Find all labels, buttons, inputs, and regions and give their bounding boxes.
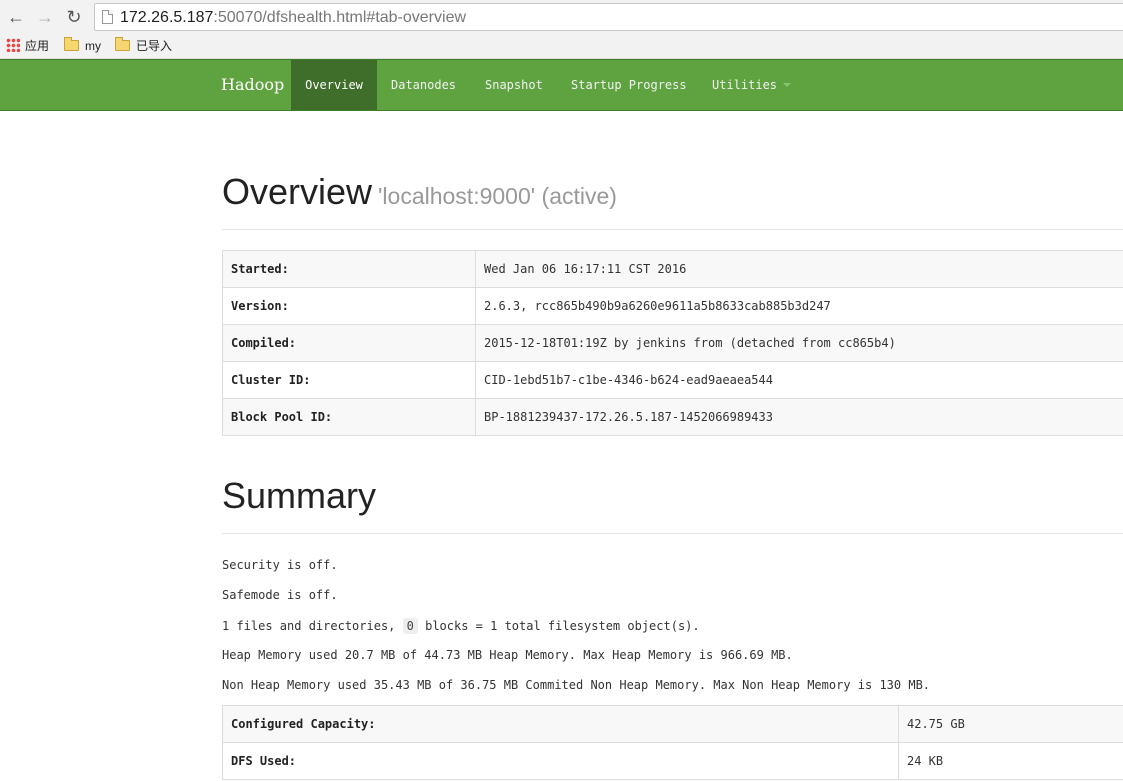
forward-arrow-icon[interactable]: → — [33, 5, 57, 29]
back-arrow-icon[interactable]: ← — [4, 5, 28, 29]
divider — [222, 229, 1123, 230]
table-row: Configured Capacity: 42.75 GB — [222, 705, 1123, 743]
row-value: 2.6.3, rcc865b490b9a6260e9611a5b8633cab8… — [475, 287, 1123, 325]
table-row: Block Pool ID: BP-1881239437-172.26.5.187… — [222, 398, 1123, 436]
row-label: Block Pool ID: — [222, 398, 476, 436]
row-value: BP-1881239437-172.26.5.187-1452066989433 — [475, 398, 1123, 436]
overview-table: Started: Wed Jan 06 16:17:11 CST 2016 Ver… — [222, 250, 1123, 436]
tab-startup-progress[interactable]: Startup Progress — [571, 60, 687, 110]
bookmark-apps[interactable]: 应用 — [6, 38, 49, 55]
tab-overview[interactable]: Overview — [291, 60, 377, 110]
page-icon — [102, 10, 113, 24]
bookmark-label: my — [85, 39, 101, 53]
table-row: Version: 2.6.3, rcc865b490b9a6260e9611a5b… — [222, 287, 1123, 325]
row-label: Compiled: — [222, 324, 476, 362]
filesystem-objects: 1 files and directories, 0 blocks = 1 to… — [222, 618, 700, 634]
tab-utilities[interactable]: Utilities — [712, 60, 792, 110]
security-status: Security is off. — [222, 558, 338, 572]
table-row: Compiled: 2015-12-18T01:19Z by jenkins fr… — [222, 324, 1123, 362]
row-value: Wed Jan 06 16:17:11 CST 2016 — [475, 250, 1123, 288]
folder-icon — [115, 37, 130, 51]
tab-snapshot[interactable]: Snapshot — [485, 60, 543, 110]
summary-heading: Summary — [222, 475, 377, 516]
table-row: DFS Used: 24 KB — [222, 742, 1123, 780]
files-suffix: blocks = 1 total filesystem object(s). — [425, 619, 700, 633]
bookmark-label: 已导入 — [136, 39, 173, 53]
files-prefix: 1 files and directories, — [222, 619, 396, 633]
row-label: Started: — [222, 250, 476, 288]
apps-grid-icon — [6, 38, 20, 52]
bookmark-imported[interactable]: 已导入 — [115, 37, 173, 55]
row-value: 2015-12-18T01:19Z by jenkins from (detac… — [475, 324, 1123, 362]
tab-datanodes[interactable]: Datanodes — [391, 60, 456, 110]
browser-toolbar: ← → ↻ 172.26.5.187:50070/dfshealth.html#… — [0, 0, 1123, 34]
url-text[interactable]: 172.26.5.187:50070/dfshealth.html#tab-ov… — [120, 8, 466, 28]
safemode-status: Safemode is off. — [222, 588, 338, 602]
url-path: :50070/dfshealth.html#tab-overview — [213, 9, 467, 26]
hadoop-navbar: Hadoop Overview Datanodes Snapshot Start… — [0, 59, 1123, 111]
folder-icon — [64, 37, 79, 51]
row-label: Version: — [222, 287, 476, 325]
heap-memory: Heap Memory used 20.7 MB of 44.73 MB Hea… — [222, 648, 793, 662]
row-value: 24 KB — [898, 742, 1123, 780]
row-label: Configured Capacity: — [222, 705, 899, 743]
bookmark-label: 应用 — [25, 39, 50, 53]
page-title: Overview'localhost:9000' (active) — [222, 171, 617, 213]
tab-utilities-label: Utilities — [712, 78, 778, 92]
row-label: DFS Used: — [222, 742, 899, 780]
brand-logo[interactable]: Hadoop — [221, 60, 284, 110]
table-row: Cluster ID: CID-1ebd51b7-c1be-4346-b624-e… — [222, 361, 1123, 399]
caret-down-icon — [783, 83, 792, 87]
non-heap-memory: Non Heap Memory used 35.43 MB of 36.75 M… — [222, 678, 931, 692]
row-value: 42.75 GB — [898, 705, 1123, 743]
blocks-count-badge: 0 — [402, 618, 418, 634]
divider — [222, 533, 1123, 534]
overview-subtitle: 'localhost:9000' (active) — [378, 183, 617, 209]
bookmarks-bar: 应用 my 已导入 — [0, 34, 1123, 59]
overview-heading: Overview — [222, 171, 373, 212]
summary-table: Configured Capacity: 42.75 GB DFS Used: 24… — [222, 705, 1123, 780]
table-row: Started: Wed Jan 06 16:17:11 CST 2016 — [222, 250, 1123, 288]
address-bar[interactable]: 172.26.5.187:50070/dfshealth.html#tab-ov… — [94, 3, 1123, 31]
bookmark-my[interactable]: my — [64, 37, 101, 55]
url-host: 172.26.5.187 — [120, 9, 214, 26]
reload-icon[interactable]: ↻ — [62, 5, 86, 29]
row-value: CID-1ebd51b7-c1be-4346-b624-ead9aeaea544 — [475, 361, 1123, 399]
row-label: Cluster ID: — [222, 361, 476, 399]
